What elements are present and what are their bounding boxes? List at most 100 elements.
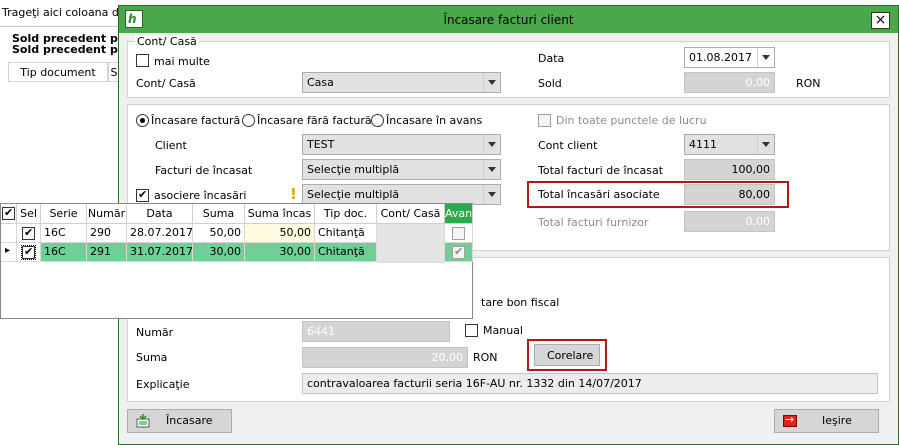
column-header-serie[interactable]: Serie xyxy=(41,204,87,224)
sold-precedent-pag-label: Sold precedent pag xyxy=(12,43,134,56)
total-asociate-field: 80,00 xyxy=(684,184,775,205)
table-row[interactable]: 16C 290 28.07.2017 50,00 50,00 Chitanţă xyxy=(1,224,473,263)
chevron-down-icon[interactable] xyxy=(483,73,500,92)
mai-multe-checkbox[interactable] xyxy=(136,54,149,67)
chevron-down-icon[interactable] xyxy=(483,135,500,154)
cont-casa-select[interactable]: Casa xyxy=(302,72,501,93)
sel-cell[interactable] xyxy=(17,224,41,243)
radio-fara-factura[interactable] xyxy=(242,114,255,127)
serie-cell[interactable]: 16C xyxy=(41,243,87,262)
numar-cell[interactable]: 290 xyxy=(87,224,127,243)
column-header-tip-document[interactable]: Tip document xyxy=(8,62,108,82)
din-toate-label: Din toate punctele de lucru xyxy=(556,114,707,127)
select-all-checkbox-header[interactable] xyxy=(1,204,17,224)
select-all-checkbox[interactable] xyxy=(2,206,15,220)
radio-fara-factura-label: Încasare fără factură xyxy=(257,114,372,127)
data-label: Data xyxy=(538,52,565,65)
suma-incas-cell[interactable]: 30,00 xyxy=(245,243,315,262)
total-furnizor-label: Total facturi furnizor xyxy=(538,216,649,229)
exit-icon xyxy=(783,413,797,427)
column-header-data[interactable]: Data xyxy=(127,204,193,224)
iesire-button[interactable]: Ieşire xyxy=(774,409,879,433)
suma-currency: RON xyxy=(473,351,498,364)
suma-cell[interactable]: 50,00 xyxy=(193,224,245,243)
column-header-numar[interactable]: Număr xyxy=(87,204,127,224)
facturi-select[interactable]: Selecţie multiplă xyxy=(302,159,501,180)
serie-cell[interactable]: 16C xyxy=(41,224,87,243)
asociere-label: asociere încasări xyxy=(154,189,247,202)
data-cell[interactable]: 31.07.2017 xyxy=(127,243,193,262)
column-header-suma[interactable]: Suma xyxy=(193,204,245,224)
incasare-button[interactable]: Încasare xyxy=(127,409,232,433)
facturi-label: Facturi de încasat xyxy=(155,164,253,177)
tip-doc-cell[interactable]: Chitanţă xyxy=(315,243,377,262)
sold-field: 0,00 xyxy=(684,72,775,93)
asociere-checkbox[interactable] xyxy=(136,188,149,202)
chevron-down-icon[interactable] xyxy=(757,135,774,154)
close-button[interactable]: × xyxy=(871,12,890,29)
client-select[interactable]: TEST xyxy=(302,134,501,155)
cont-casa-panel xyxy=(127,41,890,98)
sel-cell[interactable] xyxy=(17,243,41,262)
din-toate-checkbox[interactable] xyxy=(538,114,551,127)
column-header-sel[interactable]: Sel xyxy=(17,204,41,224)
suma-cell[interactable]: 30,00 xyxy=(193,243,245,262)
cont-client-label: Cont client xyxy=(538,139,598,152)
suma-label: Suma xyxy=(136,351,168,364)
column-header-tip-doc[interactable]: Tip doc. xyxy=(315,204,377,224)
cont-client-select[interactable]: 4111 xyxy=(684,134,775,155)
radio-incasare-factura[interactable] xyxy=(136,114,149,127)
avans-checkbox[interactable] xyxy=(452,245,465,259)
sel-checkbox[interactable] xyxy=(21,245,36,260)
avans-cell[interactable] xyxy=(445,243,473,262)
column-header-suma-incas[interactable]: Suma încas xyxy=(245,204,315,224)
manual-checkbox[interactable] xyxy=(465,324,478,337)
sold-currency: RON xyxy=(796,77,821,90)
column-header-avans[interactable]: Avans xyxy=(445,204,478,224)
explicatie-label: Explicaţie xyxy=(136,378,190,391)
total-asociate-label: Total încasări asociate xyxy=(538,188,660,201)
numar-field: 6441 xyxy=(302,321,450,342)
row-indicator xyxy=(1,224,17,243)
column-header-cont-casa[interactable]: Cont/ Casă xyxy=(377,204,445,224)
radio-avans[interactable] xyxy=(371,114,384,127)
manual-label: Manual xyxy=(483,324,523,337)
warning-icon: ! xyxy=(290,185,297,203)
corelare-button[interactable]: Corelare xyxy=(534,344,600,366)
bon-fiscal-label: tare bon fiscal xyxy=(481,296,560,309)
total-facturi-field: 100,00 xyxy=(684,159,775,180)
cash-in-icon xyxy=(136,414,150,428)
asociere-select[interactable]: Selecţie multiplă xyxy=(302,184,501,205)
data-cell[interactable]: 28.07.2017 xyxy=(127,224,193,243)
total-facturi-label: Total facturi de încasat xyxy=(538,164,664,177)
radio-incasare-factura-label: Încasare factură xyxy=(151,114,241,127)
cont-casa-label: Cont/ Casă xyxy=(136,77,196,90)
avans-checkbox[interactable] xyxy=(452,227,465,240)
radio-avans-label: Încasare în avans xyxy=(386,114,483,127)
suma-incas-cell[interactable]: 50,00 xyxy=(245,224,315,243)
table-row[interactable]: ▸ 16C 291 31.07.2017 30,00 30,00 Chitanţ… xyxy=(1,243,473,262)
sel-checkbox[interactable] xyxy=(22,226,35,240)
cont-casa-group-label: Cont/ Casă xyxy=(135,35,199,48)
data-value: 01.08.2017 xyxy=(689,51,752,64)
numar-label: Număr xyxy=(136,326,174,339)
suma-field: 20,00 xyxy=(302,347,468,368)
current-row-icon: ▸ xyxy=(1,243,17,262)
total-furnizor-field: 0,00 xyxy=(684,211,775,232)
title-bar[interactable]: h Încasare facturi client × xyxy=(119,6,898,33)
numar-cell[interactable]: 291 xyxy=(87,243,127,262)
chevron-down-icon[interactable] xyxy=(757,48,774,67)
chevron-down-icon[interactable] xyxy=(483,160,500,179)
sold-label: Sold xyxy=(538,77,562,90)
dialog-title: Încasare facturi client xyxy=(443,13,574,27)
client-label: Client xyxy=(155,139,187,152)
cont-casa-value: Casa xyxy=(307,76,334,89)
data-date-picker[interactable]: 01.08.2017 xyxy=(684,47,775,68)
explicatie-field[interactable]: contravaloarea facturii seria 16F-AU nr.… xyxy=(302,373,878,394)
avans-cell[interactable] xyxy=(445,224,473,243)
group-by-hint: Trageţi aici coloana du xyxy=(2,6,126,19)
mai-multe-label: mai multe xyxy=(154,55,210,68)
asociere-grid: Sel Serie Număr Data Suma Suma încas Tip… xyxy=(0,203,478,319)
chevron-down-icon[interactable] xyxy=(483,185,500,204)
tip-doc-cell[interactable]: Chitanţă xyxy=(315,224,377,243)
